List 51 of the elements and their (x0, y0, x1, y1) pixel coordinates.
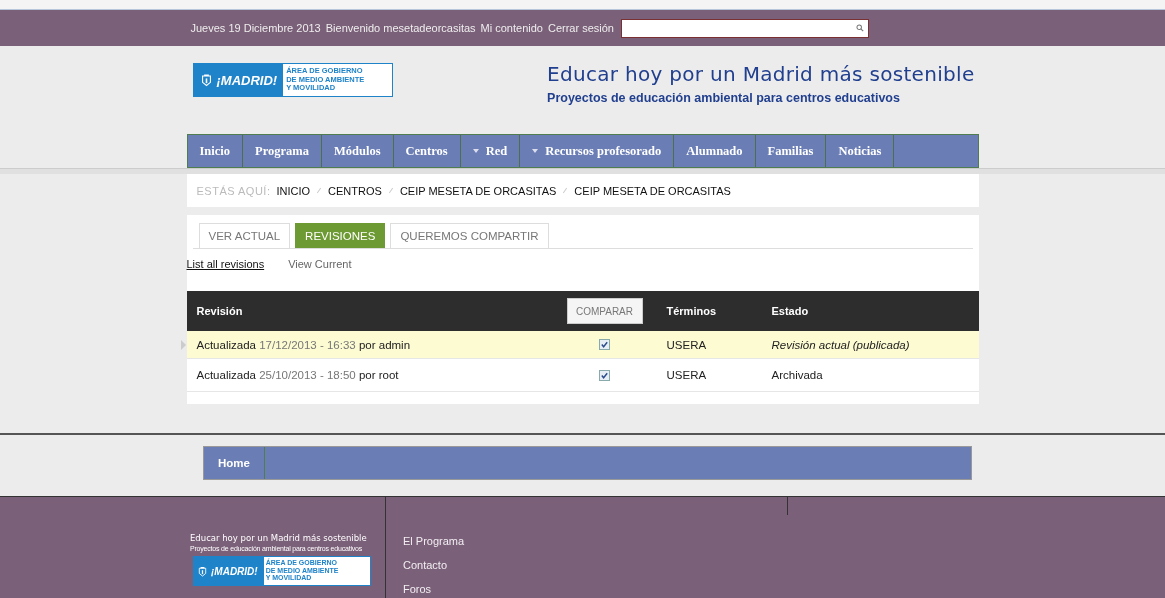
search-icon (855, 24, 864, 32)
nav-item[interactable]: Recursos profesorado (520, 135, 675, 167)
footer-tagline: Educar hoy por un Madrid más sostenible (190, 533, 368, 543)
site-subtitle: Proyectos de educación ambiental para centros educativos (547, 91, 901, 105)
caret-icon (472, 149, 479, 153)
footer-menu-item[interactable]: Home (204, 447, 265, 479)
tab[interactable]: QUEREMOS COMPARTIR (390, 223, 549, 248)
nav-item[interactable]: Noticias (826, 135, 895, 167)
checkbox[interactable] (599, 369, 610, 381)
logo-wordmark: ¡MADRID! (211, 565, 258, 577)
nav-item[interactable]: Programa (243, 135, 322, 167)
column-header: Términos (666, 305, 716, 317)
breadcrumb-link[interactable]: CEIP MESETA DE ORCASITAS (399, 184, 557, 197)
site-title: Educar hoy por un Madrid más sostenible (547, 62, 975, 86)
row-pointer-icon (180, 340, 186, 350)
footer-link[interactable]: El Programa (403, 535, 465, 547)
footer-link[interactable]: Foros (403, 583, 465, 595)
compare-button[interactable]: COMPARAR (566, 298, 643, 324)
revision-cell: Actualizada 25/10/2013 - 18:50 por root (196, 369, 399, 381)
coat-of-arms-icon (198, 565, 207, 577)
breadcrumb-link[interactable]: CENTROS (328, 184, 382, 197)
nav-item[interactable]: Familias (755, 135, 827, 167)
tab[interactable]: VER ACTUAL (198, 223, 291, 248)
checkbox[interactable] (599, 339, 610, 350)
logo-wordmark: ¡MADRID! (216, 72, 278, 88)
nav-item[interactable]: Alumnado (674, 135, 756, 167)
welcome-text: Bienvenido mesetadeorcasitas (325, 22, 476, 34)
nav-item[interactable]: Módulos (322, 135, 394, 167)
top-link[interactable]: Cerrar sesión (547, 22, 614, 34)
caret-icon (532, 149, 539, 153)
revision-view-link[interactable]: View Current (288, 258, 352, 284)
nav-item[interactable]: Centros (393, 135, 461, 167)
breadcrumb-link[interactable]: CEIP MESETA DE ORCASITAS (574, 184, 731, 197)
search-field[interactable] (620, 18, 869, 38)
terms-cell: USERA (666, 338, 707, 351)
terms-cell: USERA (666, 369, 707, 381)
footer-link[interactable]: Contacto (403, 559, 465, 571)
revision-cell: Actualizada 17/12/2013 - 16:33 por admin (196, 338, 411, 351)
status-cell: Revisión actual (publicada) (771, 338, 910, 351)
nav-item[interactable]: Red (460, 135, 521, 167)
revision-view-link[interactable]: List all revisions (186, 258, 265, 284)
column-header: Estado (771, 305, 809, 317)
nav-item[interactable]: Inicio (187, 135, 244, 167)
date-text: Jueves 19 Diciembre 2013 (190, 22, 321, 34)
breadcrumb-label: ESTÁS AQUÍ: (196, 184, 271, 197)
coat-of-arms-icon (200, 73, 212, 87)
tab[interactable]: REVISIONES (295, 223, 386, 248)
breadcrumb-link[interactable]: INICIO (276, 184, 311, 197)
top-link[interactable]: Mi contenido (480, 22, 543, 34)
status-cell: Archivada (771, 369, 823, 381)
column-header: Revisión (196, 305, 243, 317)
